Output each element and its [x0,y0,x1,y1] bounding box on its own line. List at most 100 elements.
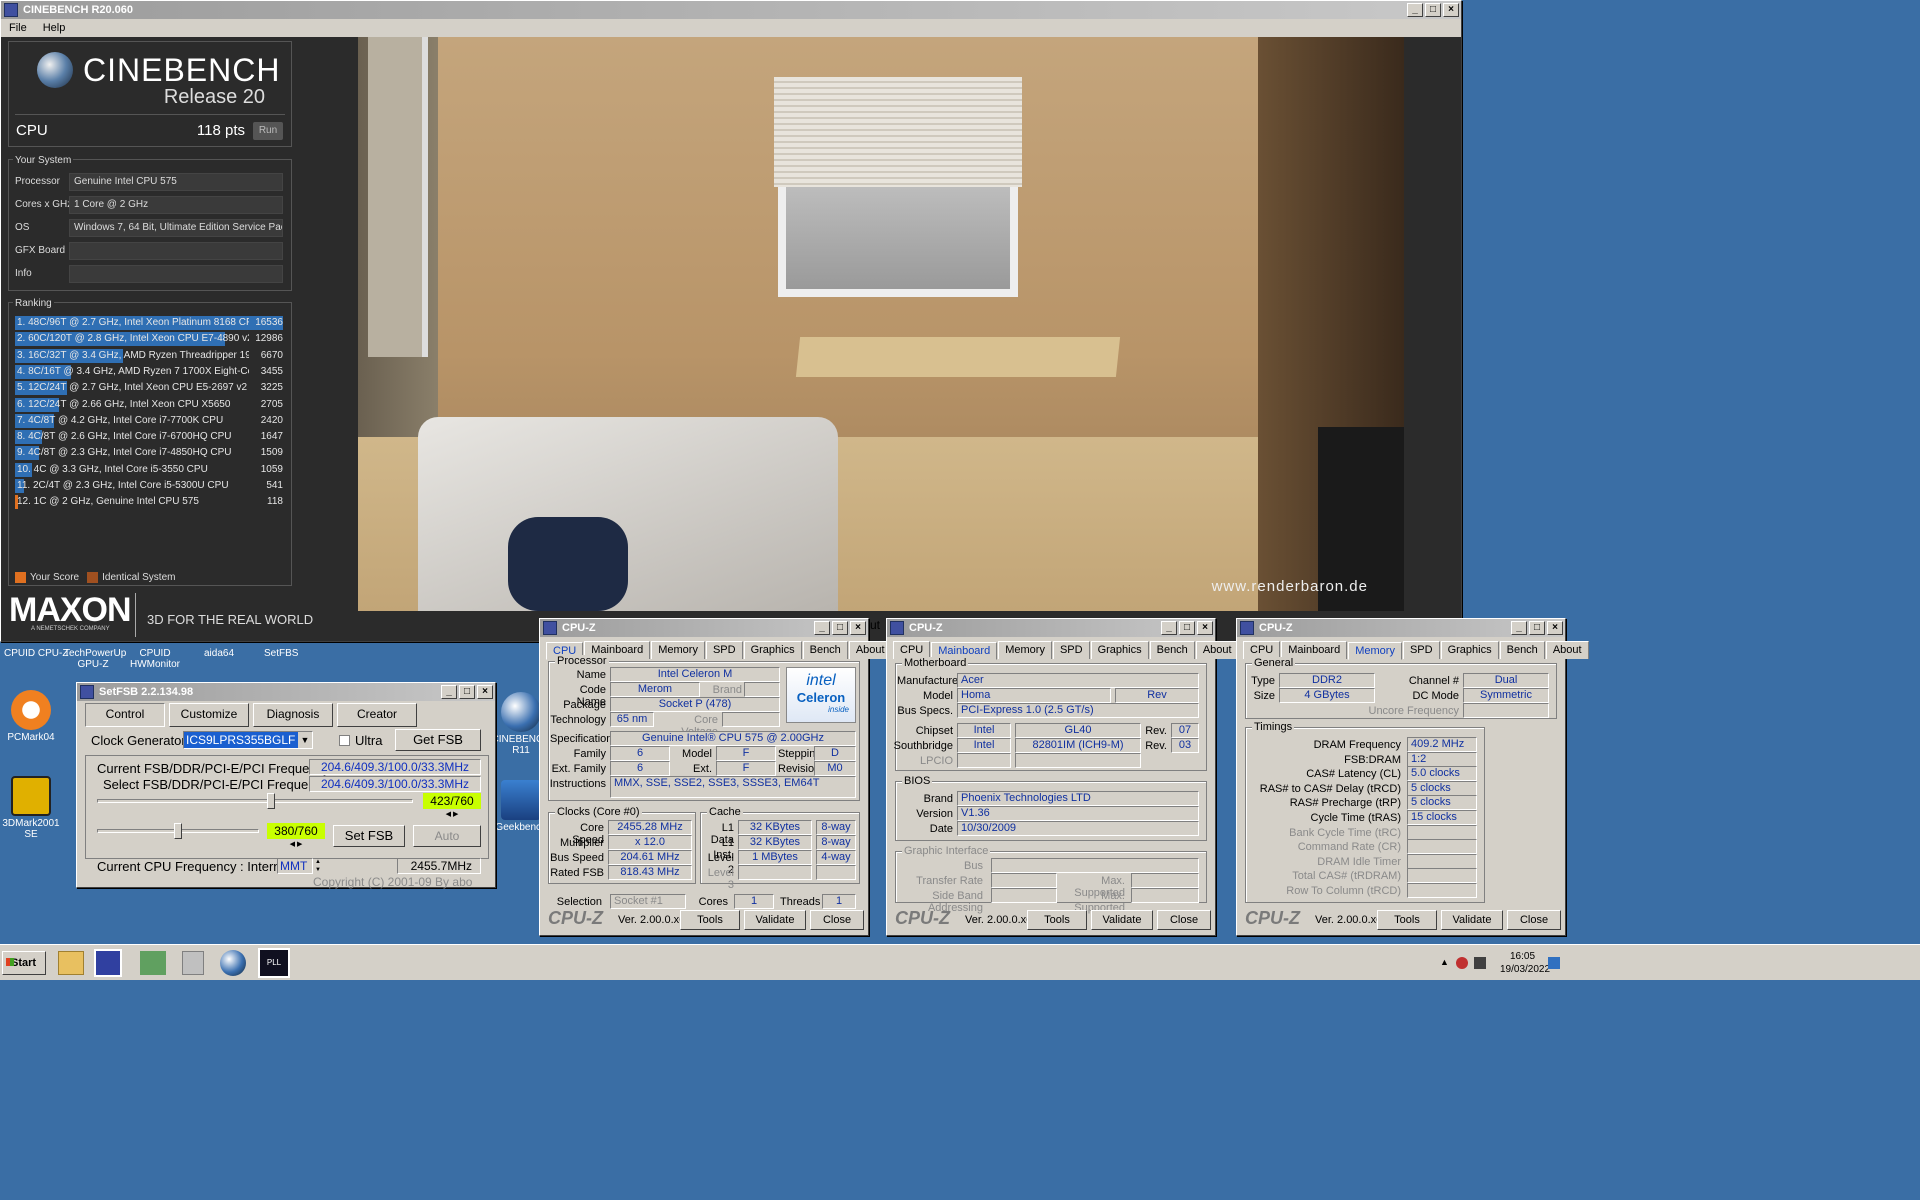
close-button[interactable]: × [1443,3,1459,17]
taskbar-screenshot-icon[interactable] [140,951,166,975]
fsb-slider-1-thumb[interactable] [267,793,276,809]
cpuz-titlebar[interactable]: CPU-Z _ □ × [1237,619,1565,637]
taskbar-setfsb-icon[interactable]: PLL [258,948,290,978]
taskbar-document-icon[interactable] [182,951,204,975]
validate-button[interactable]: Validate [1441,910,1503,930]
ranking-row[interactable]: 6. 12C/24T @ 2.66 GHz, Intel Xeon CPU X5… [15,397,285,413]
timing-value: 1:2 [1407,751,1477,767]
ranking-row[interactable]: 2. 60C/120T @ 2.8 GHz, Intel Xeon CPU E7… [15,331,285,347]
mmt-spin[interactable]: ▲ ▼ [315,858,325,874]
slider-2-spin[interactable]: ◀ ▶ [267,840,325,850]
desktop-icon-3dmark2001[interactable]: 3DMark2001 SE [0,776,66,840]
mmt-field[interactable]: MMT [277,858,313,874]
tab-customize[interactable]: Customize [169,703,249,727]
tab-control[interactable]: Control [85,703,165,727]
get-fsb-button[interactable]: Get FSB [395,729,481,751]
fsb-slider-2-thumb[interactable] [174,823,182,839]
start-button[interactable]: Start [2,951,46,975]
timing-label: RAS# to CAS# Delay (tRCD) [1259,782,1401,795]
tab-memory[interactable]: Memory [1348,642,1402,660]
ranking-row[interactable]: 3. 16C/32T @ 3.4 GHz, AMD Ryzen Threadri… [15,348,285,364]
timing-label: DRAM Idle Timer [1317,855,1401,868]
model: F [716,746,776,761]
validate-button[interactable]: Validate [744,910,806,930]
tab-creator[interactable]: Creator [337,703,417,727]
tab-memory[interactable]: Memory [651,641,705,659]
minimize-button[interactable]: _ [1407,3,1423,17]
tools-button[interactable]: Tools [1027,910,1087,930]
maximize-button[interactable]: □ [1179,621,1195,635]
fsb-slider-1-track[interactable] [97,799,413,803]
render-image: www.renderbaron.de [358,37,1404,611]
system-row-value: Genuine Intel CPU 575 [69,173,283,191]
slider-1-spin[interactable]: ◀ ▶ [423,810,481,820]
tab-bench[interactable]: Bench [1149,641,1195,659]
clock-generator-select[interactable]: ICS9LPRS355BGLF ▼ [183,731,313,749]
tab-graphics[interactable]: Graphics [1090,641,1149,659]
ranking-row[interactable]: 10. 4C @ 3.3 GHz, Intel Core i5-3550 CPU… [15,462,285,478]
menu-help[interactable]: Help [43,19,66,37]
tray-show-desktop-icon[interactable] [1548,957,1560,969]
desktop-icon-hwmonitor[interactable]: CPUID HWMonitor [130,648,180,670]
tab-graphics[interactable]: Graphics [743,641,802,659]
minimize-button[interactable]: _ [1511,621,1527,635]
tab-spd[interactable]: SPD [1052,641,1090,659]
close-button[interactable]: × [1547,621,1563,635]
tab-spd[interactable]: SPD [1402,641,1440,659]
minimize-button[interactable]: _ [441,685,457,699]
ranking-row[interactable]: 5. 12C/24T @ 2.7 GHz, Intel Xeon CPU E5-… [15,380,285,396]
desktop-icon-setfsb[interactable]: SetFBS [264,648,298,659]
ranking-row[interactable]: 4. 8C/16T @ 3.4 GHz, AMD Ryzen 7 1700X E… [15,364,285,380]
desktop-icon-gpuz[interactable]: TechPowerUp GPU-Z [64,648,126,670]
ranking-row[interactable]: 12. 1C @ 2 GHz, Genuine Intel CPU 575 118 [15,494,285,510]
ultra-checkbox[interactable] [339,735,350,746]
tab-bench[interactable]: Bench [802,641,848,659]
cpuz-footer: CPU-Z Ver. 2.00.0.x64 Tools Validate Clo… [540,905,868,935]
tray-network-icon[interactable] [1474,957,1486,969]
run-button[interactable]: Run [253,122,283,140]
tab-about[interactable]: About [1545,641,1589,659]
set-fsb-button[interactable]: Set FSB [333,825,405,847]
cinebench-titlebar[interactable]: CINEBENCH R20.060 _ □ × [1,1,1461,19]
tab-about[interactable]: About [1195,641,1239,659]
tools-button[interactable]: Tools [680,910,740,930]
tab-memory[interactable]: Memory [998,641,1052,659]
tray-flag-icon[interactable] [1456,957,1468,969]
ranking-row[interactable]: 9. 4C/8T @ 2.3 GHz, Intel Core i7-4850HQ… [15,445,285,461]
maximize-button[interactable]: □ [1425,3,1441,17]
tray-expand-icon[interactable]: ▲ [1440,957,1449,967]
cpuz-titlebar[interactable]: CPU-Z _ □ × [887,619,1215,637]
taskbar-cpuz-icon[interactable] [94,949,122,977]
close-button[interactable]: × [477,685,493,699]
validate-button[interactable]: Validate [1091,910,1153,930]
desktop-icon-aida64[interactable]: aida64 [204,648,234,659]
auto-button[interactable]: Auto [413,825,481,847]
desktop-icon-cpuz[interactable]: CPUID CPU-Z [4,648,68,659]
close-button[interactable]: × [1197,621,1213,635]
ranking-row[interactable]: 7. 4C/8T @ 4.2 GHz, Intel Core i7-7700K … [15,413,285,429]
tab-spd[interactable]: SPD [705,641,743,659]
desktop-icon-pcmark04[interactable]: PCMark04 [0,690,66,743]
maximize-button[interactable]: □ [832,621,848,635]
tab-diagnosis[interactable]: Diagnosis [253,703,333,727]
maximize-button[interactable]: □ [1529,621,1545,635]
ranking-row[interactable]: 11. 2C/4T @ 2.3 GHz, Intel Core i5-5300U… [15,478,285,494]
ranking-row[interactable]: 1. 48C/96T @ 2.7 GHz, Intel Xeon Platinu… [15,315,285,331]
close-button[interactable]: Close [1507,910,1561,930]
taskbar-cinebench-icon[interactable] [220,950,246,976]
minimize-button[interactable]: _ [814,621,830,635]
chevron-down-icon[interactable]: ▼ [298,732,312,748]
tools-button[interactable]: Tools [1377,910,1437,930]
maximize-button[interactable]: □ [459,685,475,699]
cpuz-titlebar[interactable]: CPU-Z _ □ × [540,619,868,637]
tab-graphics[interactable]: Graphics [1440,641,1499,659]
setfsb-titlebar[interactable]: SetFSB 2.2.134.98 _ □ × [77,683,495,701]
close-button[interactable]: × [850,621,866,635]
minimize-button[interactable]: _ [1161,621,1177,635]
close-button[interactable]: Close [810,910,864,930]
ranking-row[interactable]: 8. 4C/8T @ 2.6 GHz, Intel Core i7-6700HQ… [15,429,285,445]
tab-bench[interactable]: Bench [1499,641,1545,659]
taskbar-explorer-icon[interactable] [58,951,84,975]
close-button[interactable]: Close [1157,910,1211,930]
menu-file[interactable]: File [9,19,27,37]
